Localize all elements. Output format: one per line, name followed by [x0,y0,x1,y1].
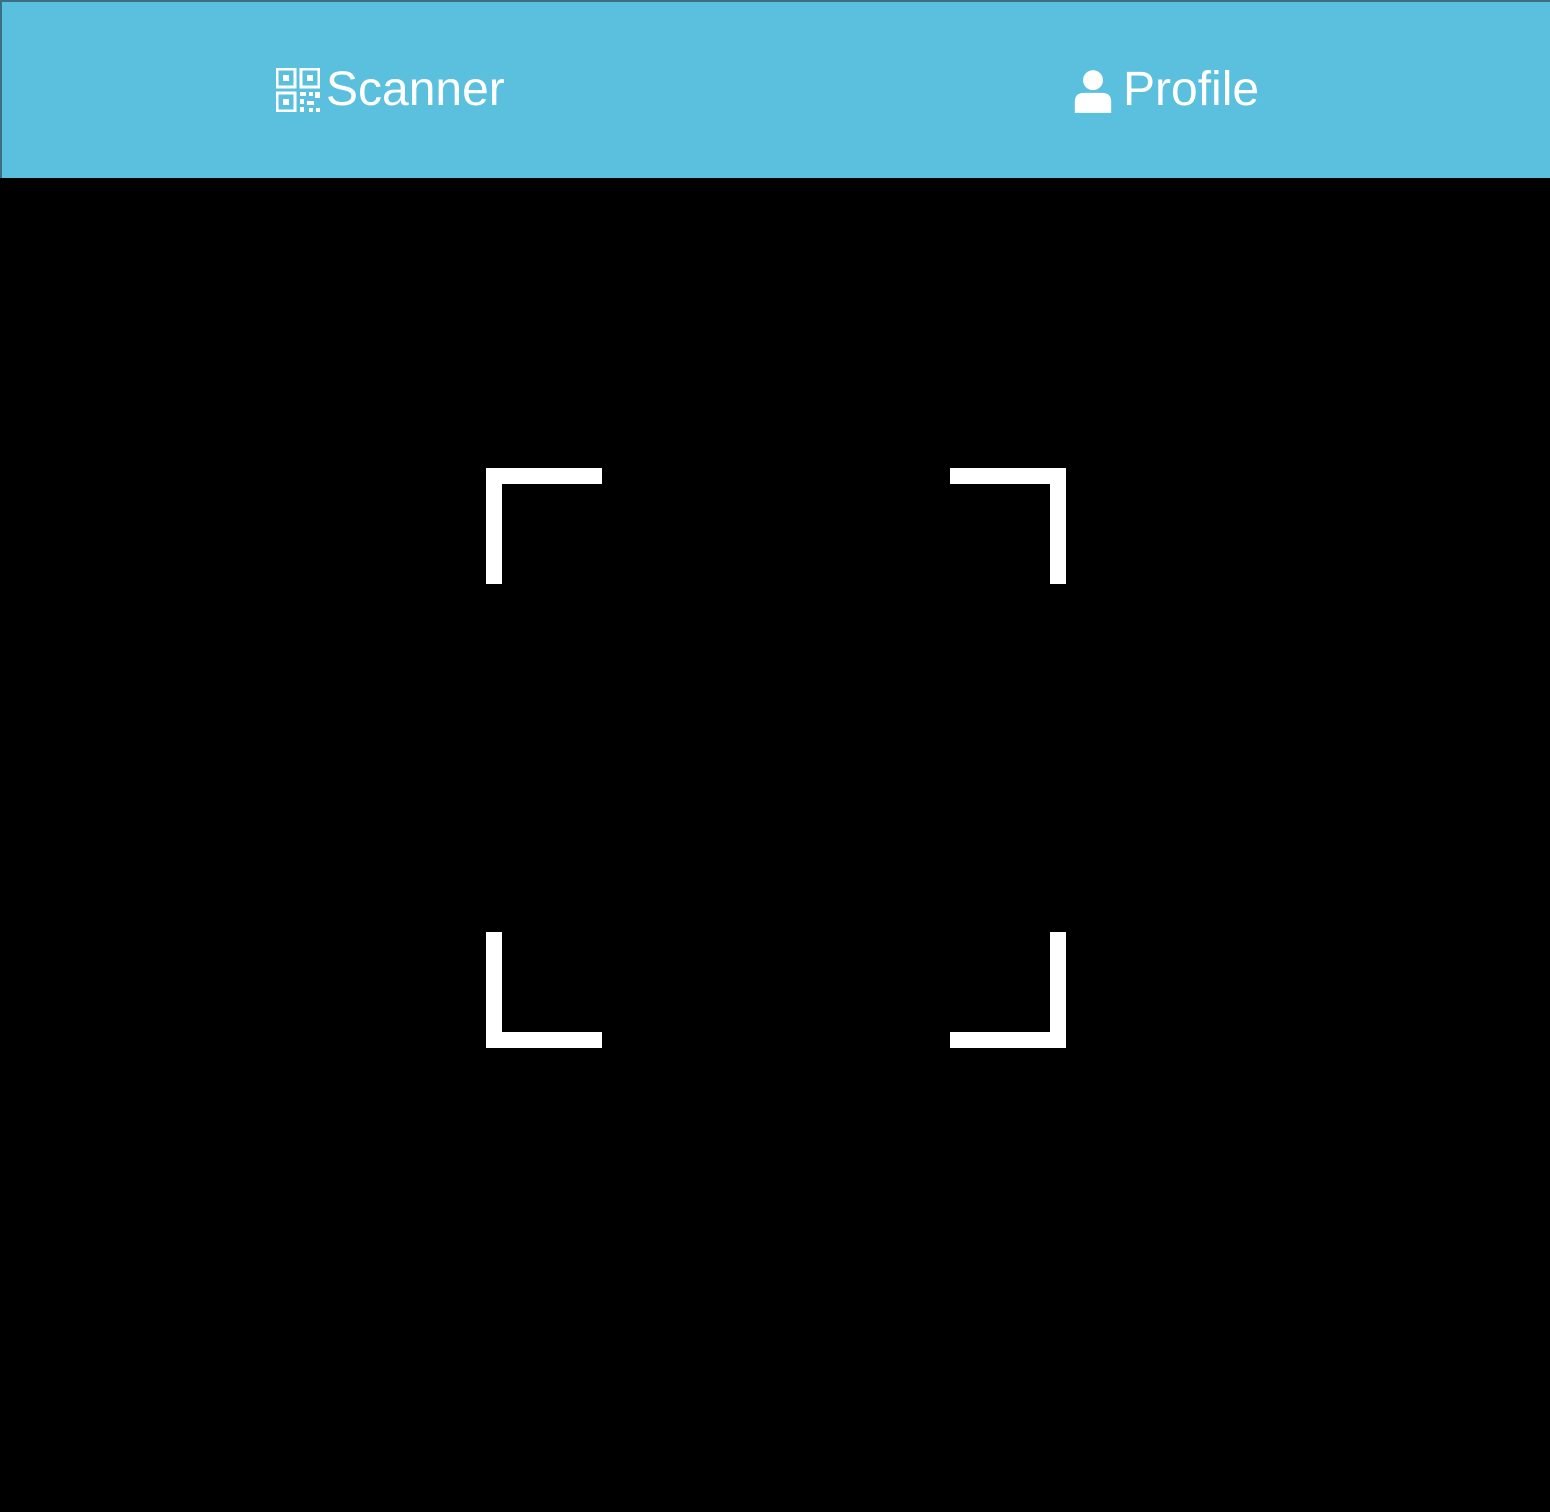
viewfinder-corner-bottom-left [486,932,602,1048]
tab-profile[interactable]: Profile [1073,2,1259,178]
viewfinder-corner-bottom-right [950,932,1066,1048]
user-icon [1073,68,1117,113]
qr-code-icon [276,68,320,112]
tab-profile-label: Profile [1123,63,1260,116]
viewfinder-corner-top-right [950,468,1066,584]
scanner-app: Scanner Profile [0,0,1550,1512]
tab-scanner-label: Scanner [326,63,505,116]
tab-bar: Scanner Profile [0,0,1550,178]
scan-viewfinder [486,468,1066,1048]
viewfinder-corner-top-left [486,468,602,584]
tab-scanner[interactable]: Scanner [276,2,505,178]
